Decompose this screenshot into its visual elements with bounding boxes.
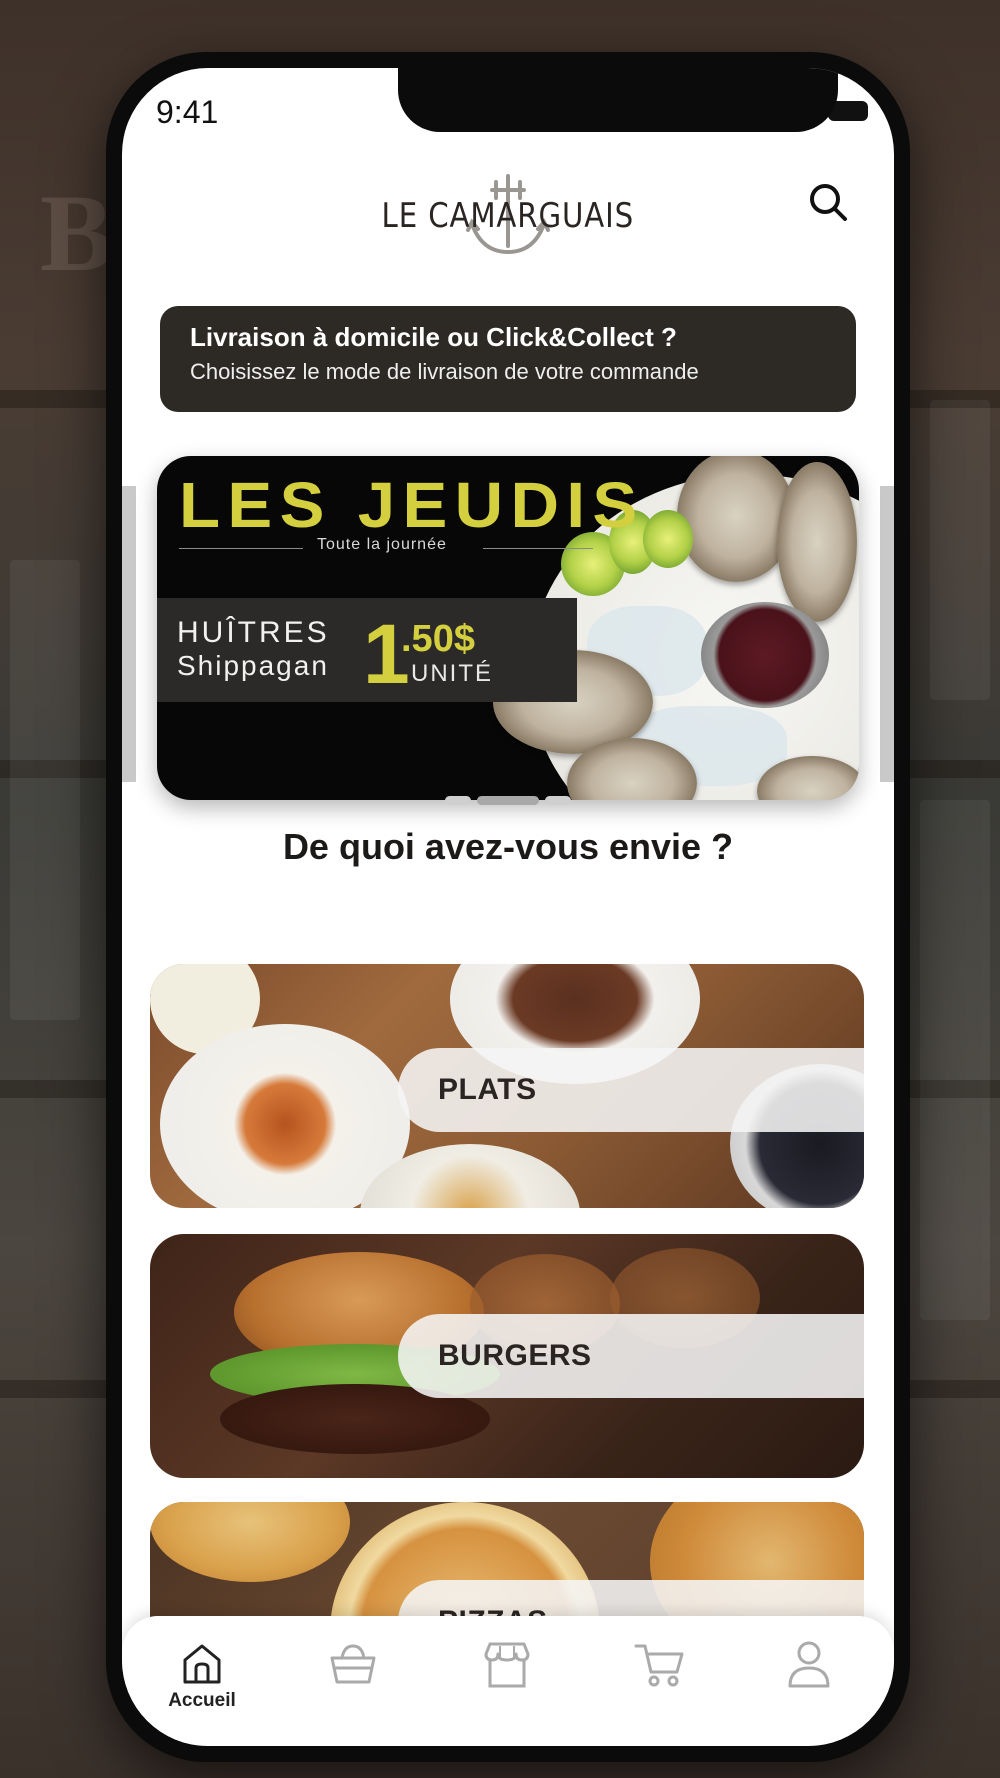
promo-banner[interactable]: LES JEUDIS Toute la journée HUÎTRES Ship… (157, 456, 859, 800)
phone-frame: 9:41 LE CAMARGUAIS Livraison à domicile … (106, 52, 910, 1762)
section-title: De quoi avez-vous envie ? (282, 826, 734, 867)
promo-subtitle: Toute la journée (317, 536, 447, 553)
category-label: PLATS (398, 1048, 864, 1132)
app-screen: 9:41 LE CAMARGUAIS Livraison à domicile … (122, 68, 894, 1746)
product-name: HUÎTRES (177, 616, 330, 649)
price-band: HUÎTRES Shippagan 1 .50$ UNITÉ (157, 598, 577, 702)
profile-icon (788, 1641, 830, 1688)
category-card-plats[interactable]: PLATS (150, 964, 864, 1208)
delivery-subtitle: Choisissez le mode de livraison de votre… (190, 359, 699, 384)
basket-icon (330, 1644, 376, 1684)
pizza-slice-image (150, 1502, 350, 1582)
background-block (930, 400, 990, 700)
tab-profile[interactable] (764, 1640, 854, 1688)
oyster-image (777, 462, 857, 622)
brand-name: LE CAMARGUAIS (381, 196, 635, 236)
background-block (10, 560, 80, 1020)
promo-divider (483, 548, 593, 549)
bottom-tab-bar: Accueil (122, 1616, 894, 1746)
tab-basket[interactable] (308, 1640, 398, 1686)
category-card-burgers[interactable]: BURGERS (150, 1234, 864, 1478)
home-icon (183, 1644, 221, 1684)
product-origin: Shippagan (177, 650, 329, 681)
cart-icon (634, 1644, 684, 1687)
notch (398, 68, 838, 132)
brand-logo: LE CAMARGUAIS (122, 172, 894, 262)
carousel-next-peek[interactable] (880, 486, 894, 782)
background-block (920, 800, 990, 1320)
oyster-image (677, 456, 795, 582)
promo-title: LES JEUDIS (179, 469, 645, 541)
store-icon (484, 1642, 530, 1688)
tab-label: Accueil (168, 1690, 236, 1711)
category-label: BURGERS (398, 1314, 864, 1398)
carousel-prev-peek[interactable] (122, 486, 136, 782)
price-unit: UNITÉ (411, 660, 493, 687)
status-time: 9:41 (156, 94, 219, 130)
carousel-indicator (122, 796, 894, 805)
carousel-dot[interactable] (545, 796, 571, 805)
search-icon[interactable] (806, 180, 850, 224)
tab-cart[interactable] (614, 1640, 704, 1688)
delivery-mode-banner[interactable]: Livraison à domicile ou Click&Collect ? … (160, 306, 856, 412)
tab-accueil[interactable]: Accueil (157, 1640, 247, 1712)
mignonette-sauce-image (701, 602, 829, 708)
promo-divider (179, 548, 303, 549)
lime-image (643, 510, 693, 568)
tab-store[interactable] (462, 1640, 552, 1690)
carousel-dot[interactable] (445, 796, 471, 805)
carousel-dot-active[interactable] (477, 796, 539, 805)
delivery-title: Livraison à domicile ou Click&Collect ? (190, 322, 677, 352)
price-decimal: .50$ (401, 618, 475, 660)
